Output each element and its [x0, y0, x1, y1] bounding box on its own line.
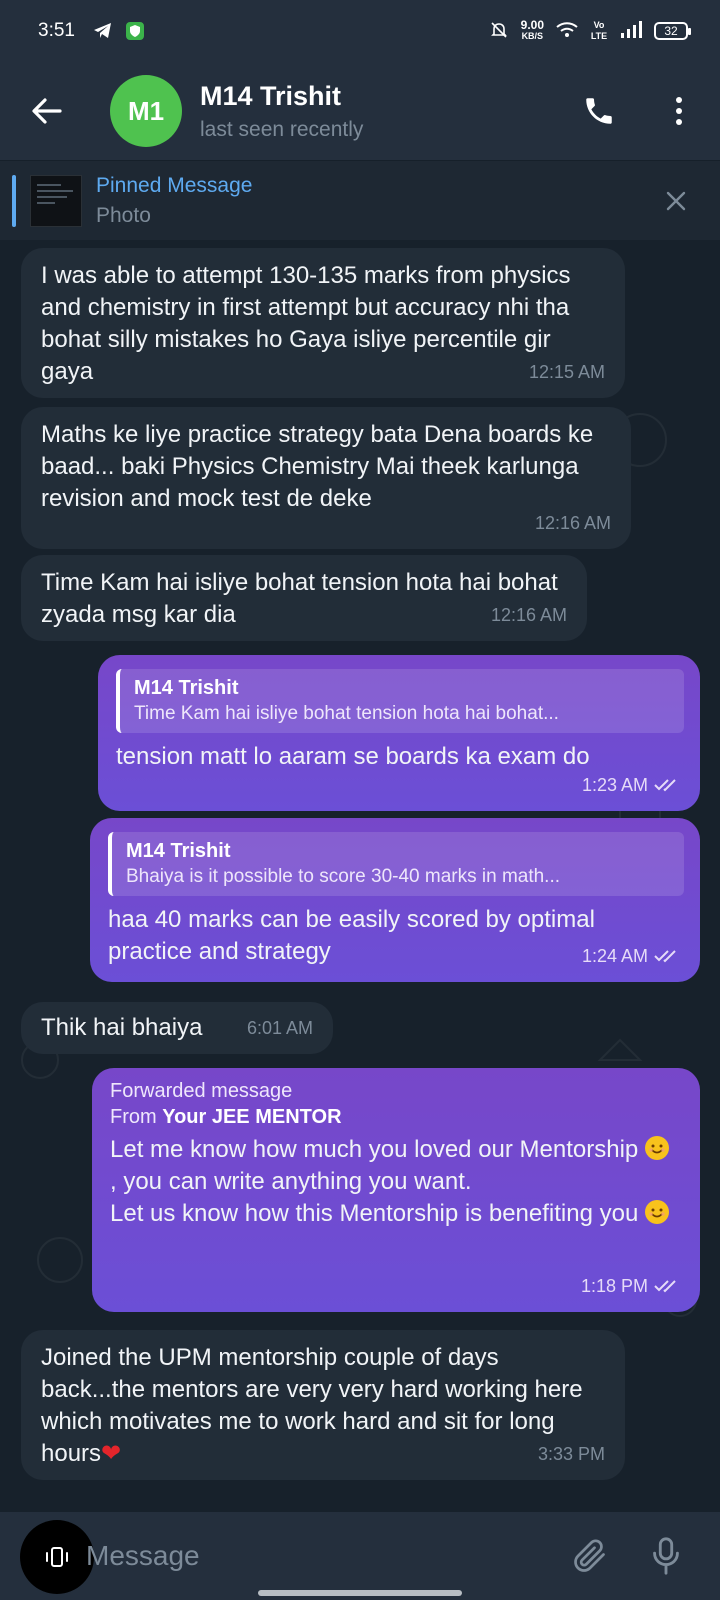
- message-text: Joined the UPM mentorship couple of days…: [41, 1342, 605, 1470]
- message-text: Let me know how much you loved our Mento…: [110, 1134, 670, 1230]
- message-outgoing[interactable]: M14 Trishit Time Kam hai isliye bohat te…: [98, 655, 700, 811]
- message-input[interactable]: [86, 1534, 546, 1578]
- red-heart-emoji-icon: ❤: [101, 1440, 122, 1467]
- message-text: Time Kam hai isliye bohat tension hota h…: [41, 569, 558, 628]
- more-options-button[interactable]: [654, 86, 704, 136]
- network-speed: 9.00 KB/S: [520, 18, 544, 42]
- reply-quote[interactable]: M14 Trishit Time Kam hai isliye bohat te…: [116, 669, 684, 733]
- clock: 3:51: [38, 20, 75, 41]
- home-indicator[interactable]: [258, 1590, 462, 1596]
- title-block[interactable]: M14 Trishit last seen recently: [200, 81, 363, 142]
- voice-record-button[interactable]: [642, 1532, 690, 1580]
- more-vertical-icon: [676, 97, 682, 125]
- smiling-face-emoji-icon: [644, 1136, 669, 1160]
- message-time: 1:23 AM: [582, 769, 680, 801]
- double-check-icon: [654, 1280, 676, 1293]
- contact-name[interactable]: M14 Trishit: [200, 81, 363, 112]
- reply-snippet: Bhaiya is it possible to score 30-40 mar…: [126, 866, 561, 887]
- message-text: Maths ke liye practice strategy bata Den…: [41, 421, 594, 512]
- chat-header: M1 M14 Trishit last seen recently: [0, 62, 720, 160]
- double-check-icon: [654, 950, 676, 963]
- message-time: 12:16 AM: [534, 513, 611, 533]
- volte-indicator: Vo LTE: [590, 20, 608, 41]
- call-button[interactable]: [574, 86, 624, 136]
- message-time-text: 1:18 PM: [580, 1276, 648, 1296]
- status-bar: 3:51 9.00 KB/S Vo LTE 32: [0, 0, 720, 62]
- message-incoming[interactable]: Thik hai bhaiya 6:01 AM: [21, 1002, 333, 1054]
- back-button[interactable]: [22, 86, 72, 136]
- reply-snippet: Time Kam hai isliye bohat tension hota h…: [134, 703, 559, 724]
- wifi-icon: [556, 21, 578, 41]
- chat-area[interactable]: I was able to attempt 130-135 marks from…: [0, 240, 720, 1512]
- message-text: I was able to attempt 130-135 marks from…: [41, 262, 571, 385]
- last-seen-status: last seen recently: [200, 117, 364, 141]
- message-incoming[interactable]: Time Kam hai isliye bohat tension hota h…: [21, 555, 587, 641]
- message-outgoing[interactable]: M14 Trishit Bhaiya is it possible to sco…: [90, 818, 700, 982]
- message-time: 12:16 AM: [490, 605, 567, 625]
- net-speed-value: 9.00: [520, 18, 544, 32]
- message-time: 1:18 PM: [581, 1270, 680, 1302]
- pinned-text: Pinned Message Photo: [96, 174, 252, 228]
- pinned-subtitle: Photo: [96, 203, 151, 227]
- telegram-icon: [93, 22, 113, 40]
- message-composer: [0, 1512, 720, 1600]
- reply-quote[interactable]: M14 Trishit Bhaiya is it possible to sco…: [108, 832, 684, 896]
- unpin-close-button[interactable]: [654, 179, 698, 223]
- message-text-content: Joined the UPM mentorship couple of days…: [41, 1344, 583, 1467]
- pinned-indicator: [12, 174, 16, 227]
- reply-author: M14 Trishit: [126, 840, 231, 862]
- paperclip-icon: [574, 1539, 605, 1572]
- message-incoming[interactable]: I was able to attempt 130-135 marks from…: [21, 248, 625, 398]
- phone-icon: [586, 98, 612, 124]
- pinned-photo-thumbnail: [30, 174, 82, 227]
- battery-indicator: 32: [654, 22, 691, 40]
- mute-bell-icon: [489, 20, 509, 43]
- message-time: 12:15 AM: [528, 362, 605, 382]
- message-time-text: 1:23 AM: [581, 775, 648, 795]
- message-time-text: 1:24 AM: [581, 946, 648, 966]
- message-incoming[interactable]: Maths ke liye practice strategy bata Den…: [21, 407, 631, 549]
- pinned-message-bar[interactable]: Pinned Message Photo: [0, 160, 720, 240]
- message-time: 3:33 PM: [537, 1444, 605, 1464]
- microphone-icon: [653, 1537, 679, 1575]
- message-line-3: Let us know how this Mentorship is benef…: [110, 1200, 639, 1227]
- message-time: 1:24 AM: [582, 940, 680, 972]
- message-incoming[interactable]: Joined the UPM mentorship couple of days…: [21, 1330, 625, 1480]
- forwarded-from-prefix: From: [110, 1106, 163, 1128]
- net-speed-unit: KB/S: [521, 31, 544, 41]
- forwarded-from[interactable]: From Your JEE MENTOR: [110, 1104, 680, 1130]
- arrow-left-icon: [32, 98, 62, 124]
- message-forwarded[interactable]: Forwarded message From Your JEE MENTOR L…: [92, 1068, 700, 1312]
- emoji-button[interactable]: [20, 1520, 94, 1594]
- vpn-shield-icon: [125, 21, 145, 41]
- reply-author: M14 Trishit: [134, 677, 239, 699]
- forwarded-label: Forwarded message: [110, 1080, 293, 1102]
- signal-icon: [620, 20, 642, 42]
- smiling-face-emoji-icon: [644, 1200, 669, 1224]
- forwarded-from-name[interactable]: Your JEE MENTOR: [162, 1106, 341, 1128]
- pinned-title: Pinned Message: [96, 173, 253, 197]
- rotate-screen-icon: [46, 1547, 68, 1567]
- double-check-icon: [654, 779, 676, 792]
- message-line-2: , you can write anything you want.: [110, 1168, 472, 1195]
- message-line-1: Let me know how much you loved our Mento…: [110, 1136, 639, 1163]
- attach-button[interactable]: [566, 1532, 614, 1580]
- avatar[interactable]: M1: [110, 75, 182, 147]
- close-icon: [666, 191, 686, 211]
- message-time: 6:01 AM: [246, 1018, 313, 1038]
